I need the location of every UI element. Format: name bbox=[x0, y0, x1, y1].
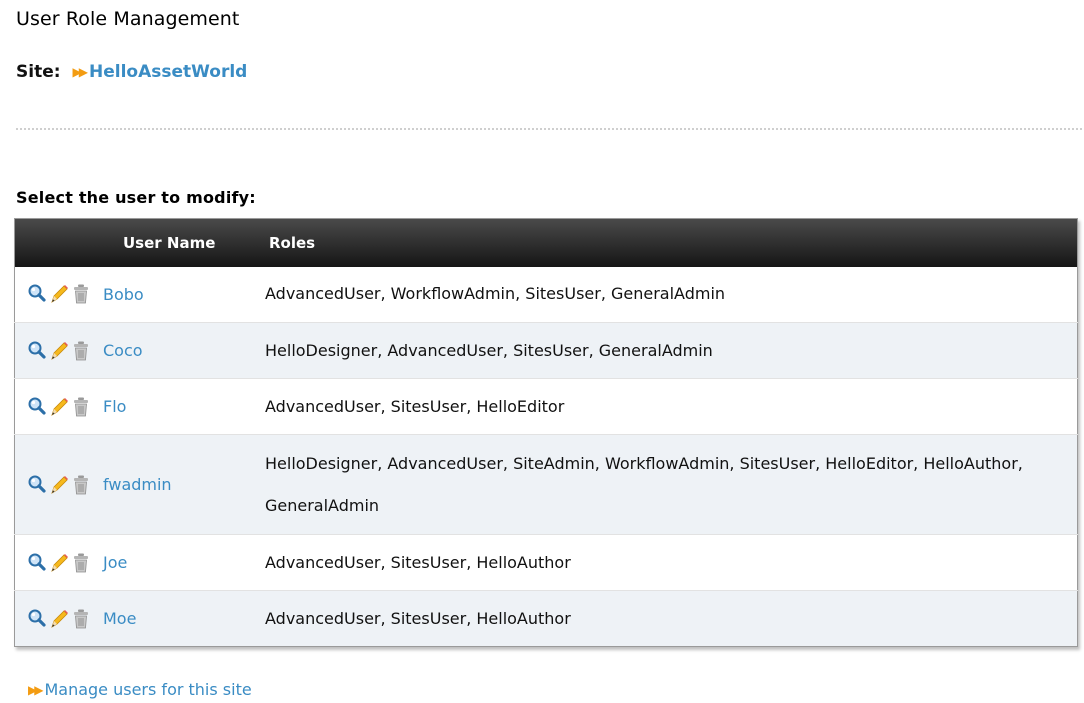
delete-icon[interactable] bbox=[71, 396, 91, 418]
section-heading: Select the user to modify: bbox=[16, 188, 256, 207]
roles-cell: HelloDesigner, AdvancedUser, SiteAdmin, … bbox=[259, 434, 1078, 535]
delete-icon[interactable] bbox=[71, 340, 91, 362]
user-name-cell: Flo bbox=[14, 378, 259, 435]
double-arrow-icon: ▶▶ bbox=[28, 682, 44, 697]
user-name-link[interactable]: Flo bbox=[103, 397, 126, 416]
delete-icon[interactable] bbox=[71, 552, 91, 574]
table-row: Joe AdvancedUser, SitesUser, HelloAuthor bbox=[14, 534, 1078, 591]
manage-users-line: ▶▶ Manage users for this site bbox=[28, 680, 252, 699]
edit-icon[interactable] bbox=[49, 340, 69, 362]
user-name-link[interactable]: Moe bbox=[103, 609, 136, 628]
user-name-cell: Joe bbox=[14, 534, 259, 591]
roles-cell: AdvancedUser, SitesUser, HelloAuthor bbox=[259, 590, 1078, 647]
users-table: User Name Roles Bobo AdvancedUser, Workf… bbox=[14, 218, 1078, 647]
inspect-icon[interactable] bbox=[27, 340, 47, 362]
inspect-icon[interactable] bbox=[27, 474, 47, 496]
inspect-icon[interactable] bbox=[27, 608, 47, 630]
table-body: Bobo AdvancedUser, WorkflowAdmin, SitesU… bbox=[14, 266, 1078, 647]
edit-icon[interactable] bbox=[49, 608, 69, 630]
roles-cell: AdvancedUser, SitesUser, HelloAuthor bbox=[259, 534, 1078, 591]
table-row: Coco HelloDesigner, AdvancedUser, SitesU… bbox=[14, 322, 1078, 379]
site-label: Site: bbox=[16, 62, 61, 82]
inspect-icon[interactable] bbox=[27, 283, 47, 305]
edit-icon[interactable] bbox=[49, 396, 69, 418]
user-name-cell: Bobo bbox=[15, 267, 260, 323]
user-name-cell: Coco bbox=[14, 322, 259, 379]
roles-cell: HelloDesigner, AdvancedUser, SitesUser, … bbox=[259, 322, 1078, 379]
user-name-link[interactable]: Joe bbox=[103, 553, 127, 572]
table-row: Flo AdvancedUser, SitesUser, HelloEditor bbox=[14, 378, 1078, 435]
edit-icon[interactable] bbox=[49, 283, 69, 305]
inspect-icon[interactable] bbox=[27, 552, 47, 574]
roles-cell: AdvancedUser, SitesUser, HelloEditor bbox=[259, 378, 1078, 435]
table-row: Bobo AdvancedUser, WorkflowAdmin, SitesU… bbox=[14, 266, 1078, 323]
page-title: User Role Management bbox=[16, 8, 240, 30]
delete-icon[interactable] bbox=[71, 608, 91, 630]
column-header-roles: Roles bbox=[269, 233, 316, 252]
delete-icon[interactable] bbox=[71, 474, 91, 496]
delete-icon[interactable] bbox=[71, 283, 91, 305]
user-name-link[interactable]: fwadmin bbox=[103, 475, 172, 494]
edit-icon[interactable] bbox=[49, 474, 69, 496]
user-name-link[interactable]: Coco bbox=[103, 341, 143, 360]
edit-icon[interactable] bbox=[49, 552, 69, 574]
double-arrow-icon: ▶▶ bbox=[72, 65, 89, 79]
site-line: Site: ▶▶ HelloAssetWorld bbox=[16, 62, 247, 82]
dotted-divider bbox=[16, 128, 1082, 130]
manage-users-link[interactable]: Manage users for this site bbox=[44, 680, 251, 699]
roles-cell: AdvancedUser, WorkflowAdmin, SitesUser, … bbox=[265, 284, 726, 304]
table-row: Moe AdvancedUser, SitesUser, HelloAuthor bbox=[14, 590, 1078, 647]
table-header-row: User Name Roles bbox=[14, 218, 1078, 267]
table-row: fwadmin HelloDesigner, AdvancedUser, Sit… bbox=[14, 434, 1078, 535]
user-name-cell: fwadmin bbox=[14, 434, 259, 535]
inspect-icon[interactable] bbox=[27, 396, 47, 418]
user-name-link[interactable]: Bobo bbox=[103, 285, 144, 304]
site-link[interactable]: HelloAssetWorld bbox=[89, 62, 247, 82]
user-name-cell: Moe bbox=[14, 590, 259, 647]
column-header-user-name: User Name bbox=[123, 233, 216, 252]
